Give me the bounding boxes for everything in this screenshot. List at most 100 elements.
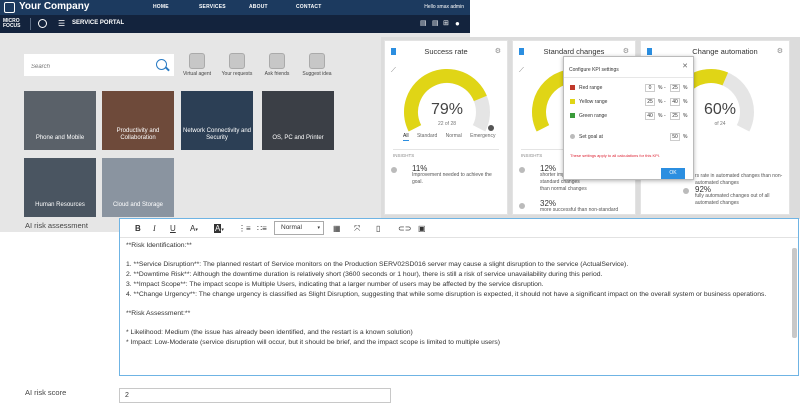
green-from-input[interactable]: 40 [645,112,655,120]
insight-item: 92% fully automated changes out of all au… [695,185,770,207]
gear-icon[interactable]: ⚙ [777,47,783,55]
notification-icon[interactable]: ▤ [432,19,439,27]
user-greeting[interactable]: Hello smax admin [424,4,464,10]
portal-toolbar: MICRO FOCUS ☰ SERVICE PORTAL ▤ ▤ ⊞ ● [0,15,470,33]
table-icon[interactable]: ▦ [333,223,341,235]
tile-cloud-storage[interactable]: Cloud and Storage [102,158,174,217]
risk-assessment-editor[interactable]: B I U A▾ A▾ ⋮≡ ∷≡ Normal ▾ ▦ ⤧ ▯ ⊂⊃ ▣ **R… [119,218,799,376]
red-range-row: Red range 0 % - 25 % [570,84,690,93]
content-line: * Impact: Low-Moderate (service disrupti… [126,338,500,346]
insight-item: 11% Improvement needed to achieve the goa… [412,164,492,186]
tile-os-pc-printer[interactable]: OS, PC and Printer [262,91,334,150]
fullscreen-icon[interactable]: ⤧ [354,223,360,235]
card-title: Change automation [692,47,758,56]
chart-icon[interactable]: ⟋ [391,67,396,75]
popup-title: Configure KPI settings [569,67,619,73]
red-from-input[interactable]: 0 [645,84,655,92]
company-logo-icon [4,2,15,13]
search-input[interactable] [25,57,145,77]
hamburger-menu-icon[interactable]: ☰ [58,20,65,28]
insights-label: INSIGHTS [521,153,543,158]
risk-assessment-label: AI risk assessment [25,221,88,230]
background-color-icon[interactable]: A▾ [214,223,224,235]
chevron-down-icon: ▾ [317,225,320,231]
micro-focus-logo: MICRO FOCUS [3,18,21,29]
company-header: Your Company HOME SERVICES ABOUT CONTACT… [0,0,470,15]
tab-normal[interactable]: Normal [446,133,462,139]
gauge-percent: 79% [430,101,464,118]
clock-icon[interactable] [38,19,47,28]
gauge-count: of 24 [714,121,726,127]
cart-icon[interactable]: ▤ [420,19,427,27]
content-line: 4. **Change Urgency**: The change urgenc… [126,290,767,298]
gauge-count: 22 of 28 [437,121,457,127]
link-icon[interactable]: ⊂⊃ [398,223,411,235]
gear-icon[interactable]: ⚙ [623,47,629,55]
nav-home[interactable]: HOME [153,4,169,10]
bold-icon[interactable]: B [135,223,141,235]
green-range-row: Green range 40 % - 25 % [570,112,690,121]
tile-human-resources[interactable]: Human Resources [24,158,96,217]
suggest-idea-action[interactable]: Suggest idea [298,53,336,77]
yellow-swatch [570,99,575,104]
requests-icon [229,53,245,69]
kpi-settings-popup: Configure KPI settings ✕ Red range 0 % -… [563,56,694,180]
chart-icon[interactable]: ⟋ [519,67,524,75]
scrollbar-thumb[interactable] [792,248,797,338]
editor-content[interactable]: **Risk Identification:** 1. **Service Di… [126,241,786,375]
kpi-icon [647,48,652,55]
portal-title: SERVICE PORTAL [72,20,125,26]
image-icon[interactable]: ▣ [418,223,426,235]
separator [30,18,31,30]
goal-input[interactable]: 50 [670,133,680,141]
yellow-to-input[interactable]: 40 [670,98,680,106]
ordered-list-icon[interactable]: ⋮≡ [238,223,251,235]
editor-toolbar: B I U A▾ A▾ ⋮≡ ∷≡ Normal ▾ ▦ ⤧ ▯ ⊂⊃ ▣ [120,219,798,238]
insight-item: 32% more successful than non-standard [540,199,619,214]
settings-note: These settings apply to all calculations… [570,153,661,158]
editor-scrollbar[interactable] [792,240,797,374]
red-to-input[interactable]: 25 [670,84,680,92]
tile-network-security[interactable]: Network Connectivity and Security [181,91,253,150]
tab-all[interactable]: All [403,133,409,141]
tile-productivity[interactable]: Productivity and Collaboration [102,91,174,150]
insight-icon [391,167,397,173]
divider [393,149,499,150]
avatar-icon[interactable]: ● [455,19,460,28]
insight-icon [519,167,525,173]
underline-icon[interactable]: U [170,223,176,235]
ok-button[interactable]: OK [661,168,685,179]
ask-friends-action[interactable]: Ask friends [258,53,296,77]
font-color-icon[interactable]: A▾ [190,223,198,235]
virtual-agent-action[interactable]: Virtual agent [178,53,216,77]
paragraph-format-select[interactable]: Normal ▾ [274,221,324,235]
goal-row: Set goal at 50 % [570,133,690,142]
source-icon[interactable]: ▯ [376,223,380,235]
nav-contact[interactable]: CONTACT [296,4,321,10]
search-icon[interactable] [156,59,167,70]
gear-icon[interactable]: ⚙ [495,47,501,55]
yellow-from-input[interactable]: 25 [645,98,655,106]
category-tabs: All Standard Normal Emergency [403,133,502,141]
portal-search[interactable] [24,54,174,77]
tab-emergency[interactable]: Emergency [470,133,495,139]
card-title: Success rate [424,47,468,56]
company-name: Your Company [19,1,90,12]
green-swatch [570,113,575,118]
nav-services[interactable]: SERVICES [199,4,226,10]
tab-standard[interactable]: Standard [417,133,437,139]
risk-score-input[interactable]: 2 [119,388,391,403]
virtual-agent-icon [189,53,205,69]
insight-icon [683,188,689,194]
your-requests-action[interactable]: Your requests [218,53,256,77]
card-title: Standard changes [543,47,605,56]
close-icon[interactable]: ✕ [682,62,688,70]
italic-icon[interactable]: I [153,223,156,235]
content-line: * Likelihood: Medium (the issue has alre… [126,329,413,337]
nav-about[interactable]: ABOUT [249,4,268,10]
red-swatch [570,85,575,90]
tile-phone-mobile[interactable]: Phone and Mobile [24,91,96,150]
unordered-list-icon[interactable]: ∷≡ [257,223,267,235]
help-icon[interactable]: ⊞ [443,19,449,27]
green-to-input[interactable]: 25 [670,112,680,120]
